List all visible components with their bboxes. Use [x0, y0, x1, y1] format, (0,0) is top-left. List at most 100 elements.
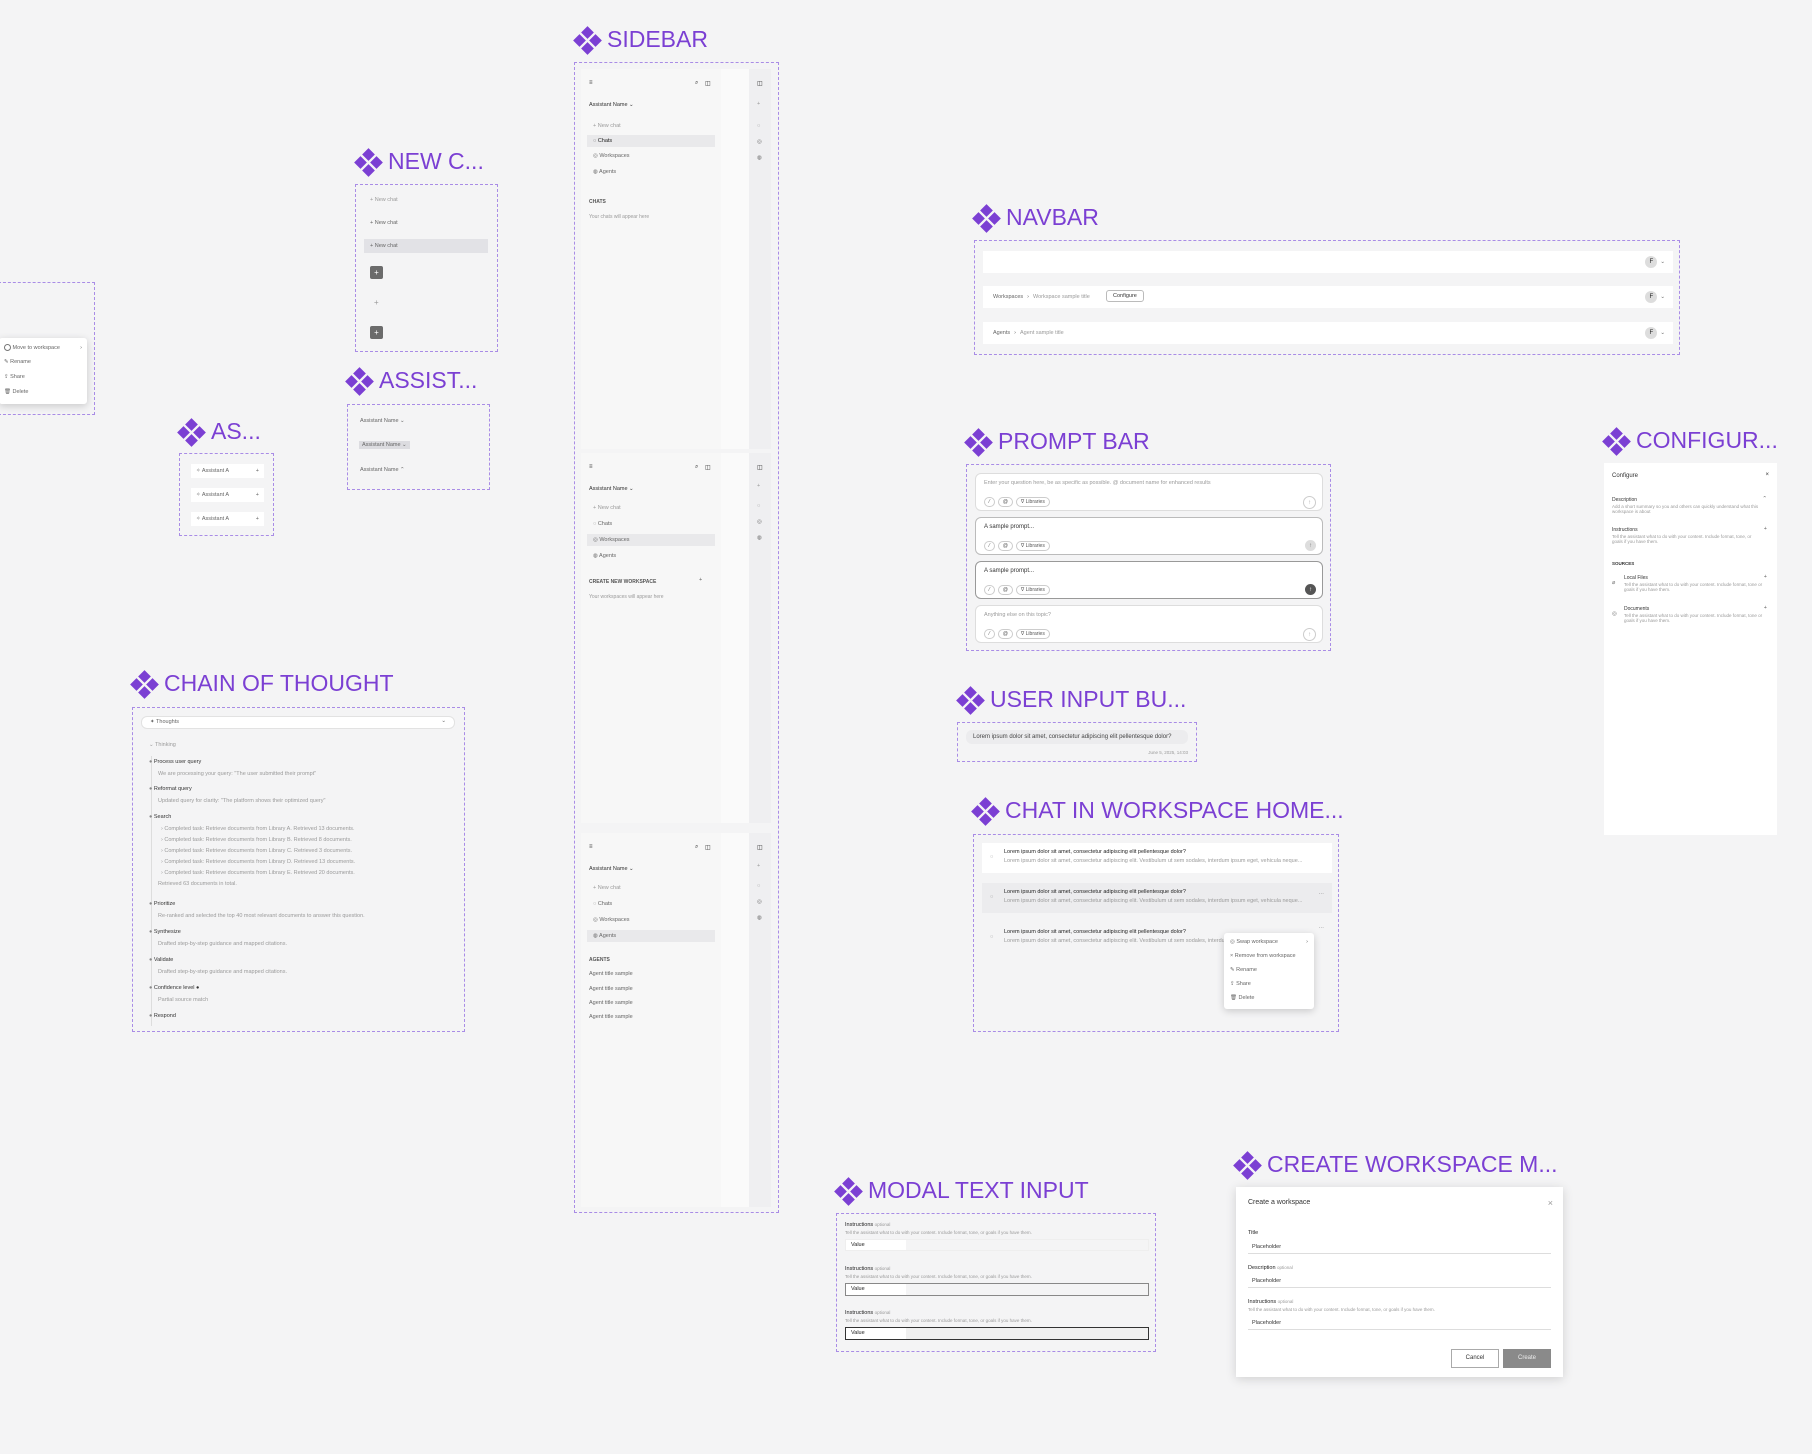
agent-list-item[interactable]: Agent title sample	[589, 1000, 633, 1006]
send-button[interactable]: ↑	[1303, 496, 1316, 509]
rail-agent-icon[interactable]: ◍	[757, 915, 762, 921]
rail-workspace-icon[interactable]: ◎	[757, 139, 762, 145]
assistant-item[interactable]: ✧ Assistant A +	[191, 464, 264, 478]
sidebar-item-agents[interactable]: ◍ Agents	[587, 930, 715, 942]
assistant-dropdown-open[interactable]: Assistant Name ⌃	[360, 467, 405, 473]
new-chat-item-disabled[interactable]: + New chat	[370, 197, 398, 203]
rail-workspace-icon[interactable]: ◎	[757, 519, 762, 525]
search-icon[interactable]: ⌕	[695, 80, 698, 87]
sidebar-logo-icon[interactable]: ≡	[589, 844, 593, 850]
agent-list-item[interactable]: Agent title sample	[589, 971, 633, 977]
new-chat-icon-button-pressed[interactable]: +	[370, 326, 383, 339]
menu-item-remove-from-workspace[interactable]: × Remove from workspace	[1230, 953, 1296, 959]
rail-chat-icon[interactable]: ◌	[757, 503, 760, 509]
user-menu[interactable]: F ⌄	[1645, 291, 1665, 303]
rail-agent-icon[interactable]: ◍	[757, 155, 762, 161]
rail-agent-icon[interactable]: ◍	[757, 535, 762, 541]
attach-icon[interactable]: @	[997, 541, 1013, 551]
prompt-input-focused[interactable]: A sample prompt... ⁄ @ ∇ Libraries ↑	[975, 561, 1323, 599]
text-input[interactable]: Value	[845, 1283, 1149, 1296]
attach-icon[interactable]: @	[997, 585, 1013, 595]
menu-item-delete[interactable]: 🗑 Delete	[4, 389, 28, 395]
agent-list-item[interactable]: Agent title sample	[589, 986, 633, 992]
plus-icon[interactable]: +	[1764, 574, 1767, 580]
attach-icon[interactable]: @	[997, 629, 1013, 639]
text-input[interactable]: Value	[845, 1327, 1149, 1340]
text-input[interactable]: Value	[845, 1239, 1149, 1251]
rail-workspace-icon[interactable]: ◎	[757, 899, 762, 905]
collapse-sidebar-icon[interactable]: ◫	[705, 844, 711, 851]
expand-sidebar-icon[interactable]: ◫	[757, 464, 763, 471]
plus-icon[interactable]: +	[1764, 605, 1767, 611]
sidebar-item-workspaces[interactable]: ◎ Workspaces	[593, 917, 630, 923]
assistant-item[interactable]: ✧ Assistant A +	[191, 488, 264, 502]
create-workspace-plus-icon[interactable]: +	[699, 577, 702, 583]
configure-button[interactable]: Configure	[1106, 290, 1144, 302]
menu-item-delete[interactable]: 🗑 Delete	[1230, 995, 1254, 1001]
new-chat-item-hover[interactable]: + New chat	[364, 239, 488, 253]
rail-plus-icon[interactable]: +	[757, 483, 760, 489]
menu-item-swap-workspace[interactable]: ◎ Swap workspace ›	[1230, 939, 1308, 945]
libraries-filter[interactable]: ∇ Libraries	[1015, 497, 1050, 507]
send-button[interactable]: ↑	[1305, 584, 1316, 595]
sidebar-new-chat[interactable]: + New chat	[593, 505, 621, 511]
new-chat-icon-button-disabled[interactable]: +	[374, 298, 379, 307]
user-menu[interactable]: F ⌄	[1645, 256, 1665, 268]
collapse-sidebar-icon[interactable]: ◫	[705, 464, 711, 471]
prompt-input-empty[interactable]: Enter your question here, be as specific…	[975, 473, 1323, 511]
prompt-input-filled[interactable]: A sample prompt... ⁄ @ ∇ Libraries ↑	[975, 517, 1323, 555]
prompt-input-followup[interactable]: Anything else on this topic? ⁄ @ ∇ Librari…	[975, 605, 1323, 643]
assistant-name-dropdown[interactable]: Assistant Name ⌄	[589, 486, 634, 492]
expand-sidebar-icon[interactable]: ◫	[757, 80, 763, 87]
new-chat-item[interactable]: + New chat	[370, 220, 398, 226]
instructions-input[interactable]: Placeholder	[1248, 1317, 1551, 1330]
libraries-filter[interactable]: ∇ Libraries	[1015, 629, 1050, 639]
menu-item-share[interactable]: ⇪ Share	[1230, 981, 1251, 987]
sidebar-item-chats[interactable]: ◌ Chats	[587, 135, 715, 147]
user-menu[interactable]: F ⌄	[1645, 327, 1665, 339]
sidebar-item-workspaces[interactable]: ◎ Workspaces	[593, 153, 630, 159]
sidebar-logo-icon[interactable]: ≡	[589, 464, 593, 470]
new-chat-icon-button[interactable]: +	[370, 266, 383, 279]
expand-sidebar-icon[interactable]: ◫	[757, 844, 763, 851]
menu-item-move-to-workspace[interactable]: Move to workspace ›	[4, 344, 82, 351]
close-icon[interactable]: ×	[1548, 1198, 1553, 1208]
sidebar-item-agents[interactable]: ◍ Agents	[593, 553, 616, 559]
close-icon[interactable]: ×	[1765, 472, 1769, 478]
rail-plus-icon[interactable]: +	[757, 101, 760, 107]
chevron-up-icon[interactable]: ⌃	[1762, 496, 1767, 502]
wand-icon[interactable]: ⁄	[984, 585, 995, 595]
plus-icon[interactable]: +	[1764, 526, 1767, 532]
attach-icon[interactable]: @	[997, 497, 1013, 507]
libraries-filter[interactable]: ∇ Libraries	[1015, 541, 1050, 551]
sidebar-new-chat[interactable]: + New chat	[593, 885, 621, 891]
wand-icon[interactable]: ⁄	[984, 497, 995, 507]
chat-list-item-hover[interactable]: ◌ Lorem ipsum dolor sit amet, consectetu…	[982, 883, 1332, 913]
send-button[interactable]: ↑	[1305, 540, 1316, 551]
sidebar-logo-icon[interactable]: ≡	[589, 80, 593, 86]
sidebar-item-agents[interactable]: ◍ Agents	[593, 169, 616, 175]
assistant-name-dropdown[interactable]: Assistant Name ⌄	[589, 102, 634, 108]
search-icon[interactable]: ⌕	[695, 464, 698, 471]
search-icon[interactable]: ⌕	[695, 844, 698, 851]
menu-item-rename[interactable]: ✎ Rename	[4, 359, 31, 365]
more-icon[interactable]: ⋯	[1319, 926, 1325, 932]
rail-plus-icon[interactable]: +	[757, 863, 760, 869]
assistant-dropdown-hover[interactable]: Assistant Name ⌄	[359, 441, 410, 449]
agent-list-item[interactable]: Agent title sample	[589, 1014, 633, 1020]
more-icon[interactable]: ⋯	[1319, 892, 1325, 898]
assistant-name-dropdown[interactable]: Assistant Name ⌄	[589, 866, 634, 872]
wand-icon[interactable]: ⁄	[984, 541, 995, 551]
sidebar-item-workspaces[interactable]: ◎ Workspaces	[587, 534, 715, 546]
rail-chat-icon[interactable]: ◌	[757, 123, 760, 129]
menu-item-share[interactable]: ⇪ Share	[4, 374, 25, 380]
title-input[interactable]: Placeholder	[1248, 1241, 1551, 1254]
description-input[interactable]: Placeholder	[1248, 1275, 1551, 1288]
collapse-sidebar-icon[interactable]: ◫	[705, 80, 711, 87]
chat-list-item[interactable]: ◌ Lorem ipsum dolor sit amet, consectetu…	[982, 843, 1332, 873]
rail-chat-icon[interactable]: ◌	[757, 883, 760, 889]
assistant-item[interactable]: ✧ Assistant A +	[191, 512, 264, 526]
thoughts-header[interactable]: ✦ Thoughts ⌄	[141, 716, 455, 729]
cancel-button[interactable]: Cancel	[1451, 1349, 1499, 1368]
menu-item-rename[interactable]: ✎ Rename	[1230, 967, 1257, 973]
